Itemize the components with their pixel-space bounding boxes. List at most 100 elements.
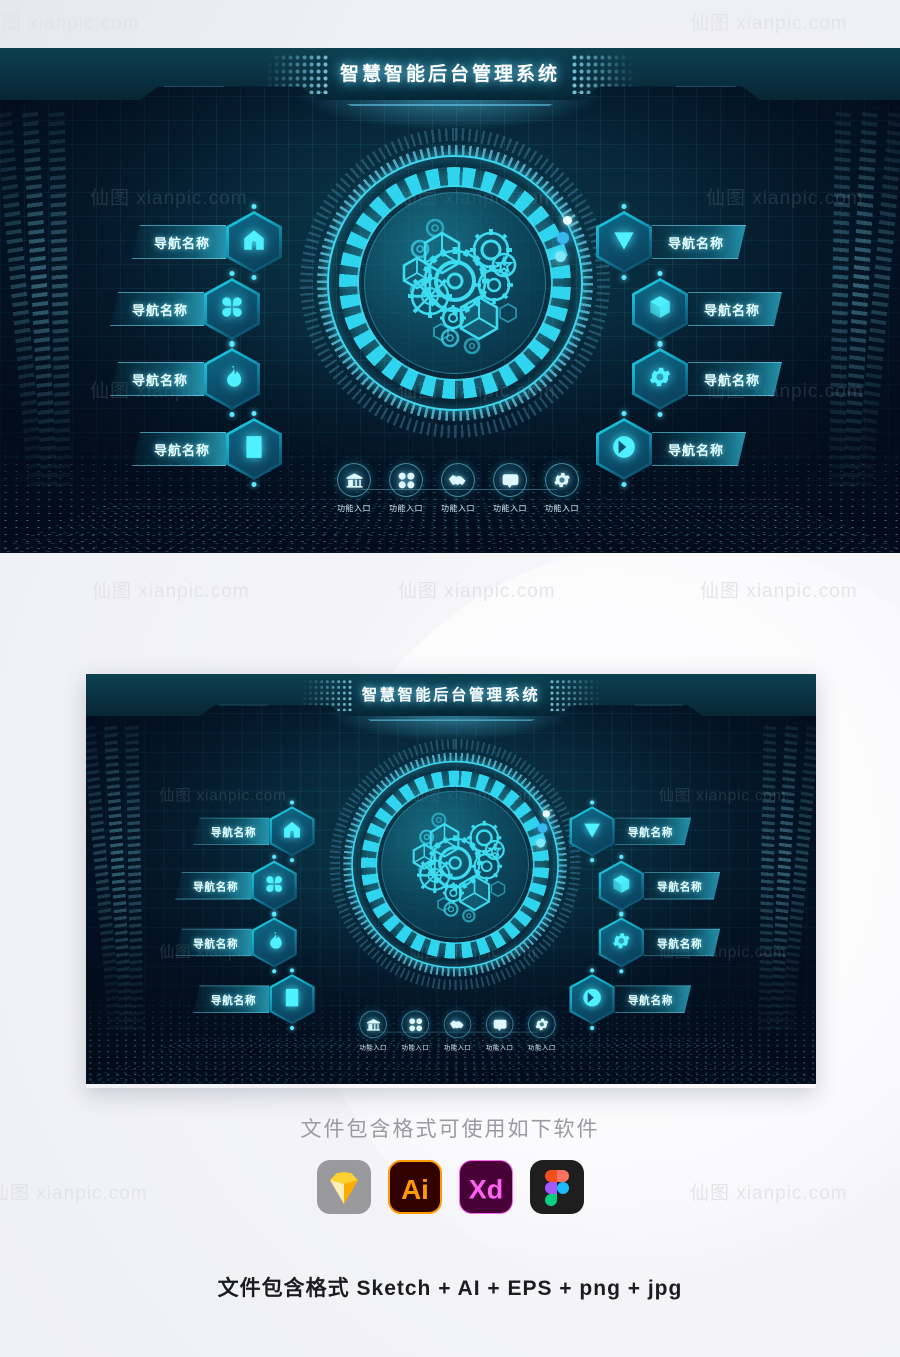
- nav-pill[interactable]: 导航名称: [652, 432, 746, 466]
- entry-label: 功能入口: [443, 1043, 472, 1052]
- nav-pill[interactable]: 导航名称: [615, 985, 691, 1013]
- hex-badge[interactable]: [596, 411, 652, 487]
- bank-icon[interactable]: [359, 1010, 387, 1039]
- sidebar-item-label: 导航名称: [668, 235, 725, 251]
- hex-badge[interactable]: [632, 271, 688, 347]
- figma-icon[interactable]: [529, 1160, 584, 1214]
- nav-pill[interactable]: 导航名称: [644, 872, 720, 900]
- sidebar-item-label: 导航名称: [154, 442, 211, 458]
- sidebar-item-package[interactable]: 导航名称: [598, 854, 721, 917]
- sidebar-item-hot[interactable]: 导航名称: [175, 911, 297, 974]
- hex-badge[interactable]: [226, 411, 283, 487]
- home-icon: [281, 819, 302, 844]
- sidebar-item-hot[interactable]: 导航名称: [110, 341, 261, 417]
- cube-icon: [647, 294, 673, 325]
- hex-badge[interactable]: [596, 204, 652, 280]
- hex-badge[interactable]: [598, 854, 645, 917]
- sidebar-item-label: 导航名称: [668, 442, 725, 458]
- triangle-down-icon: [611, 227, 637, 258]
- sidebar-item-more[interactable]: 导航名称: [569, 968, 691, 1031]
- sidebar-item-home[interactable]: 导航名称: [193, 800, 315, 863]
- hex-badge[interactable]: [204, 271, 261, 347]
- nav-pill[interactable]: 导航名称: [110, 362, 205, 396]
- hex-badge[interactable]: [226, 204, 283, 280]
- bank-icon[interactable]: [337, 463, 371, 497]
- illustrator-icon[interactable]: Ai: [387, 1160, 442, 1214]
- hex-badge[interactable]: [251, 911, 297, 974]
- sketch-icon[interactable]: [316, 1160, 371, 1214]
- chat-bubble-icon[interactable]: [485, 1010, 514, 1039]
- sidebar-item-package[interactable]: 导航名称: [632, 271, 782, 347]
- watermark: 仙图 xianpic.com: [658, 787, 787, 805]
- hud-indicator-dots: [555, 216, 572, 269]
- sidebar-item-settings[interactable]: 导航名称: [598, 911, 721, 974]
- flame-icon: [264, 930, 285, 955]
- sidebar-item-settings[interactable]: 导航名称: [632, 341, 782, 417]
- sidebar-item-label: 导航名称: [627, 993, 674, 1007]
- nav-pill[interactable]: 导航名称: [688, 362, 782, 396]
- page-title: 智慧智能后台管理系统: [361, 686, 541, 705]
- formats-line: 文件包含格式 Sketch + AI + EPS + png + jpg: [217, 1277, 683, 1300]
- gear-icon[interactable]: [545, 463, 579, 497]
- sidebar-item-label: 导航名称: [704, 372, 761, 388]
- nav-pill[interactable]: 导航名称: [193, 817, 270, 846]
- sidebar-item-home[interactable]: 导航名称: [132, 204, 283, 280]
- software-icon-list: Ai Xd: [0, 1160, 900, 1214]
- sidebar-item-download[interactable]: 导航名称: [596, 204, 746, 280]
- watermark: 仙图 xianpic.com: [398, 581, 556, 602]
- nav-pill[interactable]: 导航名称: [688, 292, 782, 326]
- gear-icon: [611, 930, 632, 955]
- watermark: 仙图 xianpic.com: [90, 188, 248, 209]
- watermark: 仙图 xianpic.com: [706, 188, 864, 209]
- nav-pill[interactable]: 导航名称: [644, 929, 720, 957]
- sidebar-item-label: 导航名称: [154, 235, 211, 251]
- handshake-icon[interactable]: [441, 463, 475, 497]
- entry-label: 功能入口: [401, 1043, 430, 1052]
- hex-badge[interactable]: [569, 968, 615, 1031]
- triangle-down-icon: [582, 819, 603, 844]
- hex-badge[interactable]: [269, 968, 315, 1031]
- sidebar-item-apps[interactable]: 导航名称: [175, 854, 297, 917]
- svg-text:Xd: Xd: [468, 1175, 502, 1205]
- gear-cluster-icon: [394, 804, 516, 926]
- handshake-icon[interactable]: [443, 1010, 472, 1039]
- sidebar-item-label: 导航名称: [132, 302, 189, 318]
- nav-pill[interactable]: 导航名称: [132, 432, 227, 466]
- hex-badge[interactable]: [598, 911, 645, 974]
- hex-badge[interactable]: [632, 341, 688, 417]
- chat-bubble-icon[interactable]: [493, 463, 527, 497]
- document-icon: [281, 987, 302, 1012]
- adobe-xd-icon[interactable]: Xd: [458, 1160, 513, 1214]
- dashboard-preview-thumbnail[interactable]: 仙图 xianpic.com 仙图 xianpic.com 仙图 xianpic…: [86, 674, 816, 1088]
- nav-pill[interactable]: 导航名称: [175, 928, 252, 957]
- central-hud[interactable]: [300, 128, 610, 438]
- software-heading: 文件包含格式可使用如下软件: [300, 1118, 600, 1141]
- svg-text:Ai: Ai: [401, 1174, 429, 1205]
- hud-indicator-dots: [536, 810, 550, 853]
- nav-pill[interactable]: 导航名称: [193, 985, 270, 1014]
- sidebar-item-docs[interactable]: 导航名称: [193, 968, 315, 1031]
- nav-pill[interactable]: 导航名称: [110, 292, 205, 326]
- sidebar-item-label: 导航名称: [627, 826, 674, 839]
- nav-pill[interactable]: 导航名称: [132, 225, 227, 259]
- sidebar-item-apps[interactable]: 导航名称: [110, 271, 261, 347]
- sidebar-item-label: 导航名称: [193, 937, 239, 950]
- sidebar-item-more[interactable]: 导航名称: [596, 411, 746, 487]
- hex-badge[interactable]: [269, 800, 315, 863]
- central-hud[interactable]: [329, 738, 581, 991]
- sidebar-item-docs[interactable]: 导航名称: [132, 411, 283, 487]
- hex-badge[interactable]: [204, 341, 261, 417]
- grid-flower-icon[interactable]: [389, 463, 423, 497]
- entry-label: 功能入口: [359, 1043, 387, 1052]
- nav-pill[interactable]: 导航名称: [175, 871, 252, 900]
- sidebar-item-label: 导航名称: [657, 880, 703, 893]
- nav-pill[interactable]: 导航名称: [615, 818, 691, 846]
- hex-badge[interactable]: [569, 800, 615, 863]
- sidebar-item-download[interactable]: 导航名称: [569, 800, 691, 863]
- hex-badge[interactable]: [251, 854, 297, 917]
- home-icon: [241, 227, 267, 258]
- cube-icon: [611, 873, 632, 898]
- grid-flower-icon[interactable]: [401, 1010, 430, 1039]
- gear-icon[interactable]: [528, 1010, 556, 1039]
- nav-pill[interactable]: 导航名称: [652, 225, 746, 259]
